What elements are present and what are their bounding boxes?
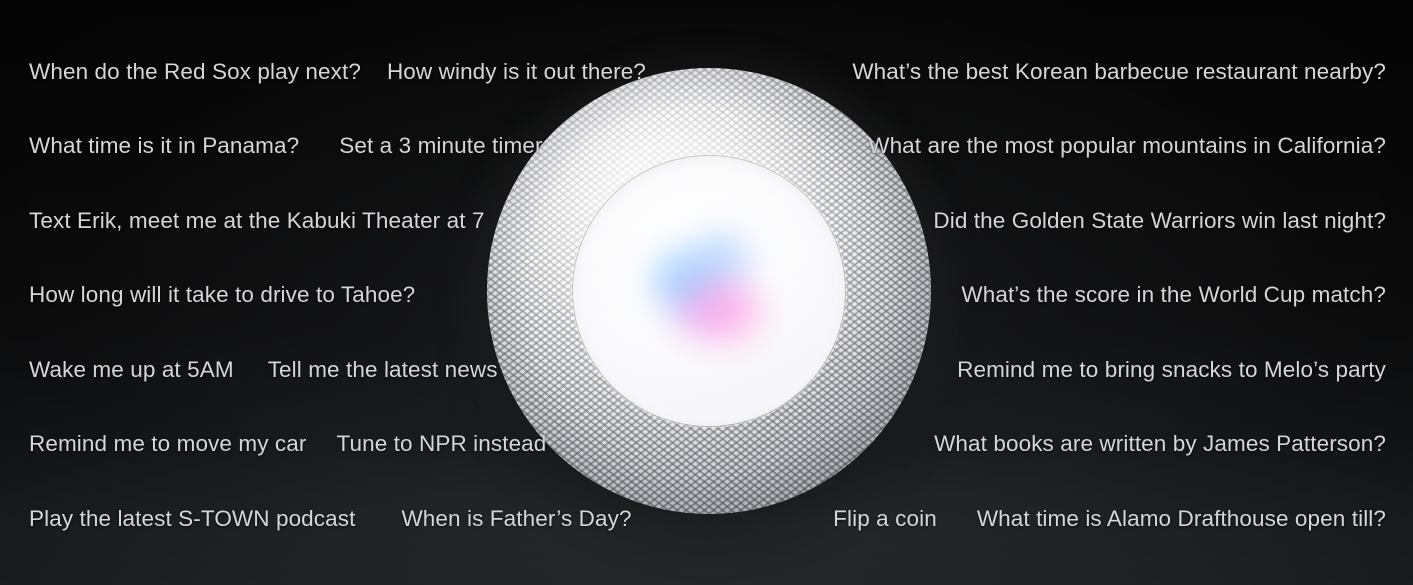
query-row: Remind me to bring snacks to Melo’s part… — [957, 358, 1386, 382]
query-item[interactable]: Play the latest S-TOWN podcast — [29, 507, 355, 531]
query-item[interactable]: When is Father’s Day? — [401, 507, 631, 531]
query-item[interactable]: Remind me to bring snacks to Melo’s part… — [957, 358, 1386, 382]
query-row: When do the Red Sox play next? How windy… — [29, 60, 646, 84]
siri-suggestions-scene: When do the Red Sox play next? How windy… — [0, 0, 1413, 585]
query-row: Did the Golden State Warriors win last n… — [933, 209, 1386, 233]
query-row: What’s the best Korean barbecue restaura… — [852, 60, 1386, 84]
query-row: What’s the score in the World Cup match? — [961, 283, 1386, 307]
query-item[interactable]: Tune to NPR instead — [336, 432, 546, 456]
query-item[interactable]: Remind me to move my car — [29, 432, 306, 456]
query-item[interactable]: What time is Alamo Drafthouse open till? — [977, 507, 1386, 531]
query-row: How long will it take to drive to Tahoe? — [29, 283, 415, 307]
query-list: When do the Red Sox play next? How windy… — [0, 0, 1413, 585]
query-row: What time is it in Panama? Set a 3 minut… — [29, 134, 543, 158]
query-row: Text Erik, meet me at the Kabuki Theater… — [29, 209, 485, 233]
query-item[interactable]: Set a 3 minute timer — [339, 134, 542, 158]
query-item[interactable]: What are the most popular mountains in C… — [868, 134, 1386, 158]
query-row: Play the latest S-TOWN podcast When is F… — [29, 507, 632, 531]
query-item[interactable]: Text Erik, meet me at the Kabuki Theater… — [29, 209, 485, 233]
query-item[interactable]: Flip a coin — [833, 507, 937, 531]
query-item[interactable]: How windy is it out there? — [387, 60, 646, 84]
query-row: Wake me up at 5AM Tell me the latest new… — [29, 358, 498, 382]
query-item[interactable]: When do the Red Sox play next? — [29, 60, 361, 84]
query-item[interactable]: What’s the best Korean barbecue restaura… — [852, 60, 1386, 84]
query-item[interactable]: How long will it take to drive to Tahoe? — [29, 283, 415, 307]
query-item[interactable]: What time is it in Panama? — [29, 134, 299, 158]
query-row: Flip a coin What time is Alamo Drafthous… — [833, 507, 1386, 531]
query-row: Remind me to move my car Tune to NPR ins… — [29, 432, 546, 456]
query-item[interactable]: What books are written by James Patterso… — [934, 432, 1386, 456]
query-item[interactable]: Wake me up at 5AM — [29, 358, 234, 382]
query-item[interactable]: What’s the score in the World Cup match? — [961, 283, 1386, 307]
query-item[interactable]: Did the Golden State Warriors win last n… — [933, 209, 1386, 233]
query-item[interactable]: Tell me the latest news — [268, 358, 498, 382]
query-row: What are the most popular mountains in C… — [868, 134, 1386, 158]
query-row: What books are written by James Patterso… — [934, 432, 1386, 456]
